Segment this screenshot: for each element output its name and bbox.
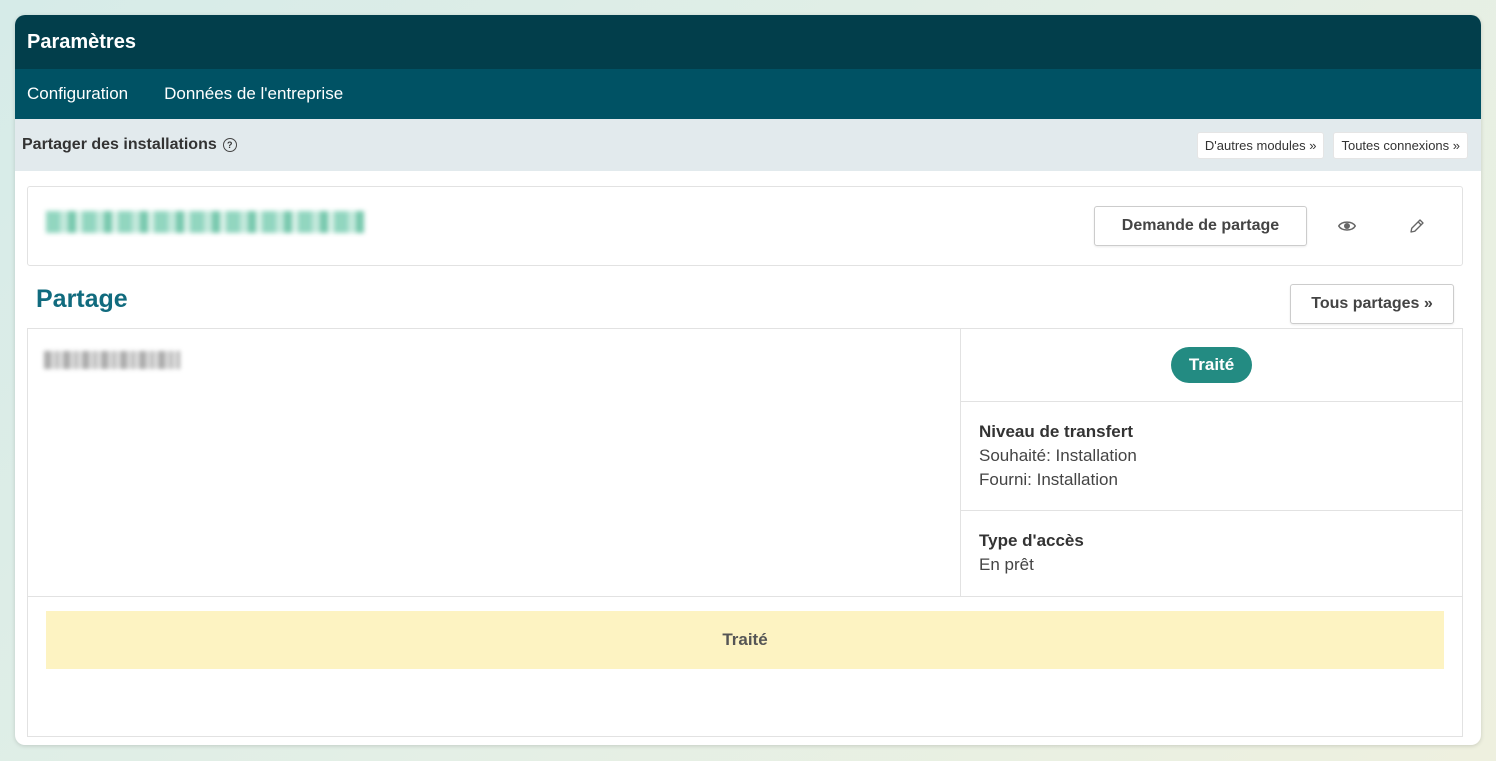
transfer-level-row: Niveau de transfert Souhaité: Installati… <box>961 402 1462 511</box>
subheader: Partager des installations ? D'autres mo… <box>15 119 1481 171</box>
help-icon[interactable]: ? <box>222 138 237 152</box>
status-badge: Traité <box>1170 347 1253 383</box>
all-connections-button[interactable]: Toutes connexions » <box>1333 131 1468 159</box>
other-modules-button[interactable]: D'autres modules » <box>1196 131 1325 159</box>
installation-name-redacted <box>46 211 364 233</box>
all-shares-button[interactable]: Tous partages » <box>1290 284 1454 324</box>
pencil-icon[interactable] <box>1408 217 1426 235</box>
transfer-level-label: Niveau de transfert <box>979 422 1133 441</box>
subheader-title-wrap: Partager des installations ? <box>22 136 237 154</box>
installation-card: Demande de partage <box>27 186 1463 266</box>
share-request-button[interactable]: Demande de partage <box>1094 206 1307 246</box>
subheader-title: Partager des installations <box>22 136 217 153</box>
nav-item-configuration[interactable]: Configuration <box>27 84 128 104</box>
share-target-cell <box>28 329 961 596</box>
status-row: Traité <box>961 329 1462 402</box>
nav-item-company-data[interactable]: Données de l'entreprise <box>164 84 343 104</box>
top-nav: Configuration Données de l'entreprise <box>15 69 1481 119</box>
share-detail-panel: Traité Niveau de transfert Souhaité: Ins… <box>27 328 1463 737</box>
status-banner: Traité <box>46 611 1444 669</box>
access-type-row: Type d'accès En prêt <box>961 511 1462 595</box>
share-target-redacted <box>44 351 180 369</box>
status-banner-area: Traité <box>28 596 1462 737</box>
share-info-column: Traité Niveau de transfert Souhaité: Ins… <box>961 329 1462 596</box>
subheader-actions: D'autres modules » Toutes connexions » <box>1196 131 1468 159</box>
page-title: Paramètres <box>15 15 1481 69</box>
transfer-level-provided: Fourni: Installation <box>979 470 1118 489</box>
eye-icon[interactable] <box>1338 217 1356 235</box>
transfer-level-desired: Souhaité: Installation <box>979 446 1137 465</box>
access-type-label: Type d'accès <box>979 531 1084 550</box>
section-title: Partage <box>36 285 128 313</box>
settings-window: Paramètres Configuration Données de l'en… <box>15 15 1481 745</box>
access-type-value: En prêt <box>979 555 1034 574</box>
